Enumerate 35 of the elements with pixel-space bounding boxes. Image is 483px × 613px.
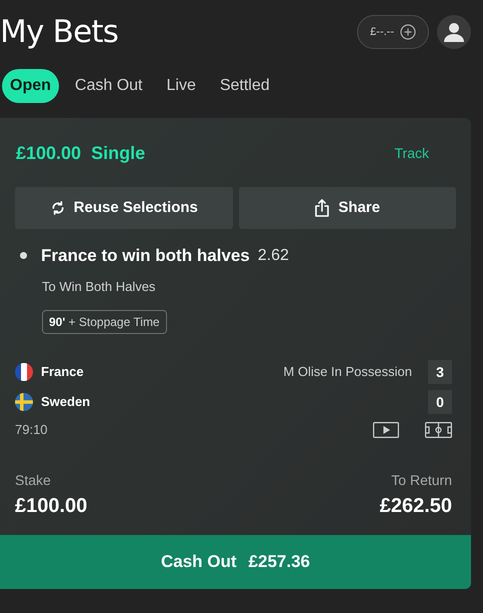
- match-clock: 79:10: [15, 421, 49, 439]
- selection-name: France to win both halves: [41, 245, 250, 267]
- return-amount: £262.50: [380, 494, 452, 518]
- stake-label: Stake: [15, 470, 52, 490]
- avatar-button[interactable]: [437, 15, 471, 49]
- track-link[interactable]: Track: [394, 143, 429, 164]
- cash-out-button[interactable]: Cash Out £257.36: [0, 534, 471, 588]
- plus-icon: [400, 24, 416, 40]
- page-title: My Bets: [0, 16, 118, 48]
- team-name: France: [41, 363, 85, 382]
- flag-icon: [15, 393, 33, 411]
- market-name: To Win Both Halves: [41, 278, 156, 296]
- tab[interactable]: Cash Out: [66, 69, 150, 103]
- tab[interactable]: Settled: [212, 69, 278, 103]
- balance-button[interactable]: £--.--: [357, 15, 429, 49]
- share-icon: [314, 199, 330, 217]
- tab[interactable]: Live: [158, 69, 204, 103]
- return-label: To Return: [391, 470, 452, 490]
- pitch-icon[interactable]: [425, 422, 452, 438]
- bet-title: £100.00 Single: [16, 142, 146, 165]
- bullet-icon: [20, 252, 27, 260]
- reuse-button[interactable]: Reuse Selections: [15, 187, 232, 229]
- time-tag: 90' + Stoppage Time: [42, 310, 167, 334]
- share-button[interactable]: Share: [238, 187, 456, 229]
- score: 0: [428, 390, 452, 414]
- user-icon: [442, 20, 466, 44]
- odds: 2.62: [258, 246, 289, 266]
- score: 3: [428, 360, 452, 384]
- play-video-icon[interactable]: [373, 422, 399, 438]
- refresh-icon: [50, 200, 66, 216]
- team-name: Sweden: [41, 393, 92, 412]
- tab[interactable]: Open: [2, 69, 59, 103]
- possession-status: M Olise In Possession: [283, 363, 412, 382]
- flag-icon: [15, 363, 33, 381]
- stake-amount: £100.00: [15, 494, 88, 518]
